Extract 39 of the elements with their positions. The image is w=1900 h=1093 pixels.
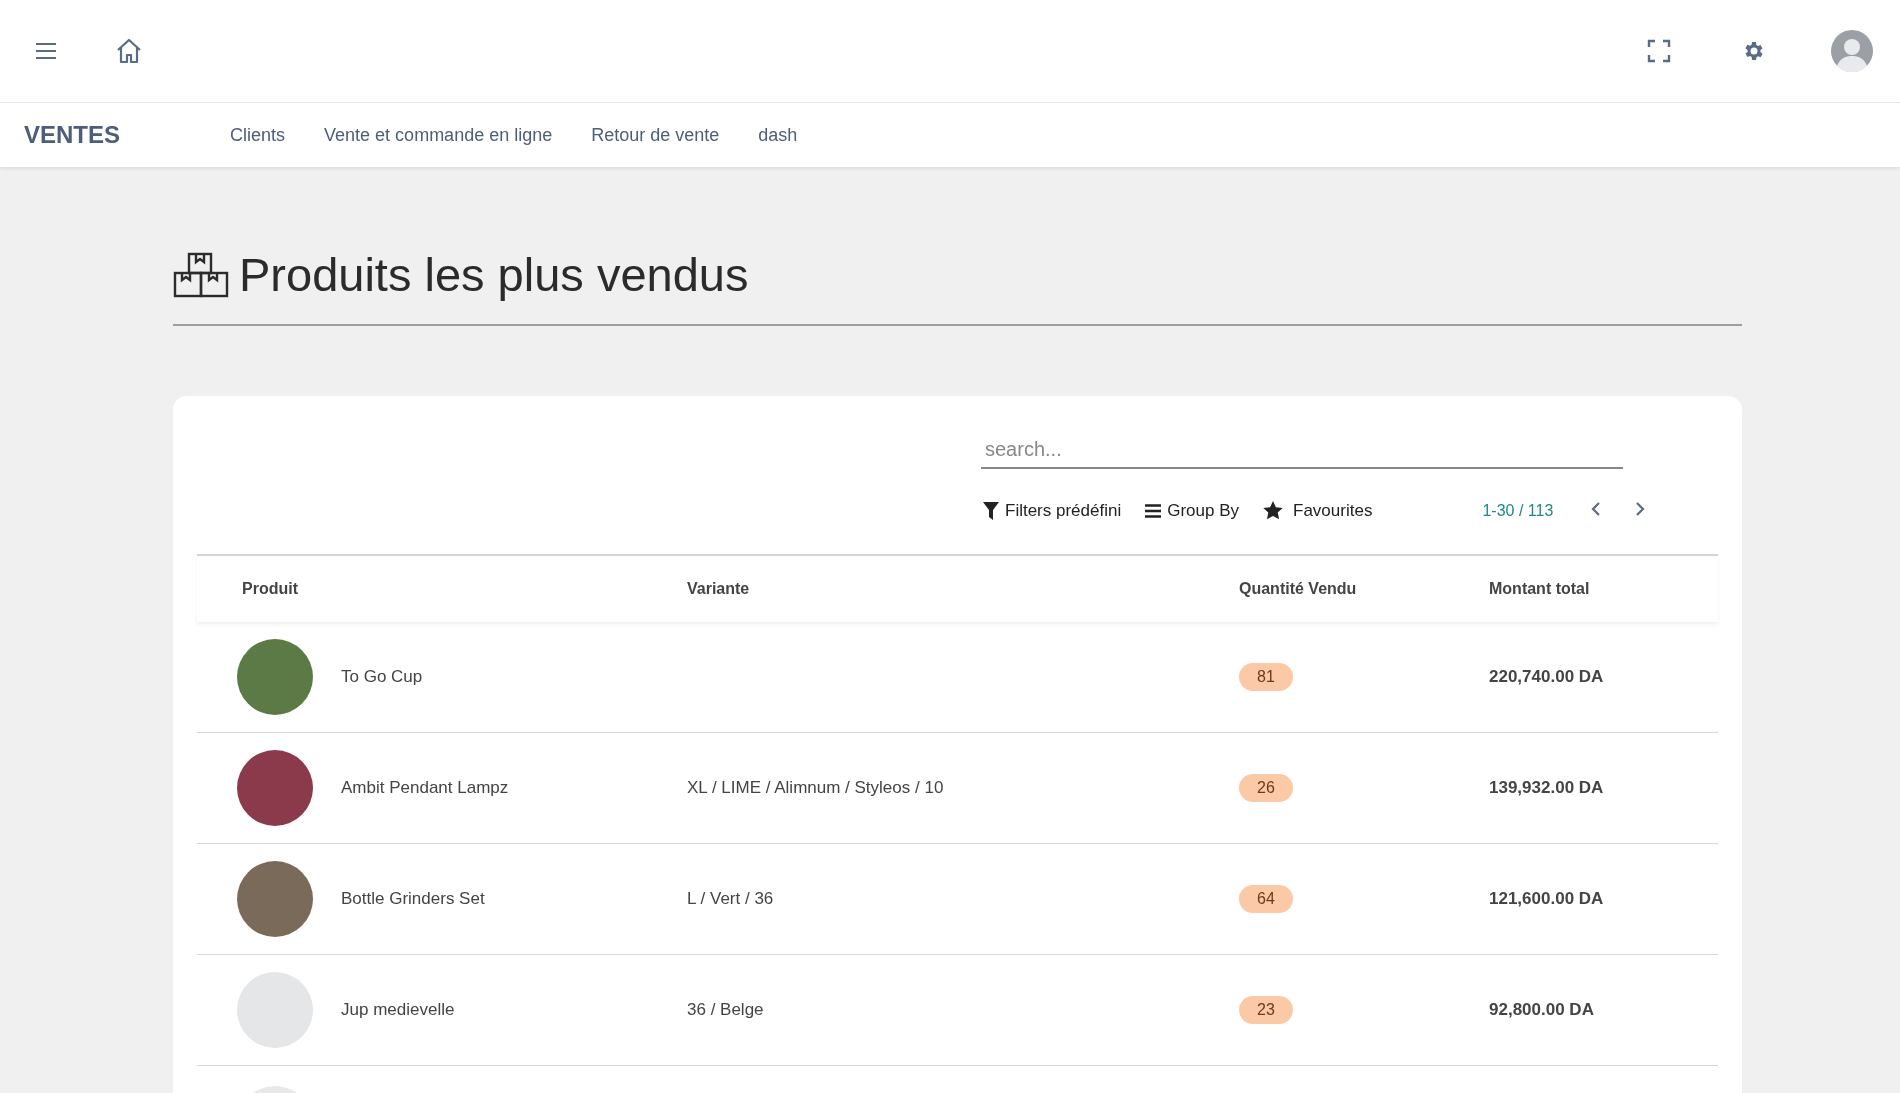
amount-text: 139,932.00 DA [1489, 778, 1604, 797]
product-name: To Go Cup [341, 667, 423, 687]
filters-button[interactable]: Filters prédéfini [983, 500, 1122, 521]
variant-text: XL / LIME / Alimnum / Styleos / 10 [687, 778, 944, 797]
filter-icon [983, 501, 999, 520]
nav-link[interactable]: Clients [230, 124, 286, 146]
chevron-right-icon [1635, 501, 1646, 517]
amount-text: 121,600.00 DA [1489, 889, 1604, 908]
variant-text: 36 / Belge [687, 1000, 764, 1019]
nav-link[interactable]: Retour de vente [591, 124, 720, 146]
favourites-button[interactable]: Favourites [1263, 500, 1373, 521]
star-icon [1263, 501, 1284, 520]
amount-text: 92,800.00 DA [1489, 1000, 1594, 1019]
amount-text: 220,740.00 DA [1489, 667, 1604, 686]
app-title: VENTES [24, 121, 121, 149]
variant-text: L / Vert / 36 [687, 889, 774, 908]
group-by-button[interactable]: Group By [1145, 500, 1240, 521]
column-header: Montant total [1489, 580, 1591, 598]
pager-count: 1-30 / 113 [1482, 501, 1554, 520]
list-icon [1145, 503, 1162, 518]
product-name: Jup medievelle [341, 1000, 455, 1020]
quantity-badge: 64 [1239, 885, 1293, 913]
page-title: Produits les plus vendus [239, 247, 749, 302]
product-name: Bottle Grinders Set [341, 889, 485, 909]
menu-icon[interactable] [35, 42, 57, 60]
column-header: Produit [241, 580, 299, 598]
quantity-badge: 23 [1239, 996, 1293, 1024]
boxes-icon [173, 251, 229, 298]
quantity-badge: 26 [1239, 774, 1293, 802]
column-header: Quantité Vendu [1239, 580, 1358, 598]
home-icon[interactable] [115, 38, 143, 64]
avatar[interactable] [1831, 30, 1873, 72]
fullscreen-icon[interactable] [1647, 39, 1671, 63]
column-header: Variante [687, 580, 751, 598]
nav-link[interactable]: Vente et commande en ligne [324, 124, 553, 146]
nav-link[interactable]: dash [758, 124, 798, 146]
chevron-left-icon [1591, 501, 1602, 517]
quantity-badge: 81 [1239, 663, 1293, 691]
product-name: Ambit Pendant Lampz [341, 778, 509, 798]
